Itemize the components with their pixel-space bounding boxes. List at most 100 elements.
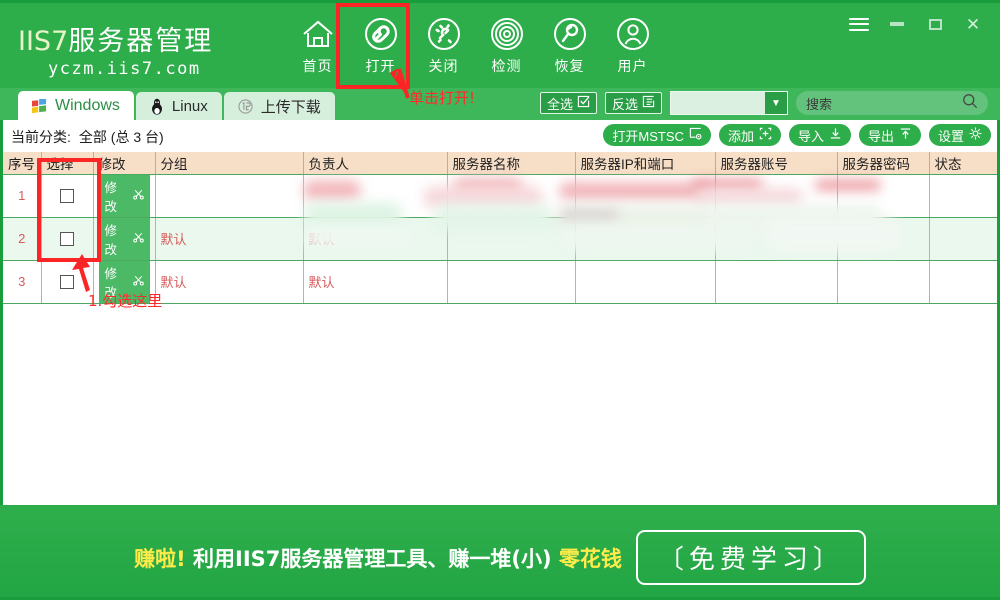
action-button-group: 打开MSTSC 添加 导入 xyxy=(603,124,991,146)
column-header-index[interactable]: 序号 xyxy=(3,152,41,174)
open-mstsc-button[interactable]: 打开MSTSC xyxy=(603,124,711,146)
export-label: 导出 xyxy=(868,126,894,145)
row-owner: 默认 xyxy=(303,260,447,303)
server-table: 序号 选择 修改 分组 负责人 服务器名称 服务器IP和端口 服务器账号 服务器… xyxy=(3,152,997,304)
edit-row-button[interactable]: 修改 xyxy=(99,218,150,260)
invert-selection-button[interactable]: 反选 xyxy=(605,92,662,114)
close-button[interactable]: ✕ xyxy=(954,9,992,39)
toolbar-item-user-label: 用户 xyxy=(618,56,648,76)
row-select-cell[interactable] xyxy=(41,217,93,260)
row-select-cell[interactable] xyxy=(41,174,93,217)
sub-toolbar: 当前分类:全部 (总 3 台) 打开MSTSC 添加 导入 xyxy=(3,120,997,152)
row-owner: 默认 xyxy=(303,217,447,260)
promo-text-part2: 利用IIS7服务器管理工具、赚一堆(小) xyxy=(193,547,552,571)
column-header-group[interactable]: 分组 xyxy=(155,152,303,174)
row-server-ip xyxy=(575,217,715,260)
table-row[interactable]: 3 修改 默认 默认 xyxy=(3,260,997,303)
windows-logo-icon xyxy=(32,99,47,114)
row-select-cell[interactable] xyxy=(41,260,93,303)
toolbar-item-detect[interactable]: 检测 xyxy=(475,11,538,76)
menu-button[interactable] xyxy=(840,9,878,39)
user-icon xyxy=(614,15,652,53)
toolbar-item-home[interactable]: 首页 xyxy=(286,11,349,76)
row-server-password xyxy=(837,174,929,217)
toolbar-item-user[interactable]: 用户 xyxy=(601,11,664,76)
search-placeholder: 搜索 xyxy=(806,94,962,113)
row-edit-cell[interactable]: 修改 xyxy=(93,174,155,217)
tab-linux[interactable]: Linux xyxy=(136,92,222,121)
edit-row-label: 修改 xyxy=(105,263,128,301)
row-edit-cell[interactable]: 修改 xyxy=(93,217,155,260)
toolbar-item-detect-label: 检测 xyxy=(492,56,522,76)
toolbar-item-open[interactable]: 打开 xyxy=(349,11,412,76)
app-logo-main-text: 服务器管理 xyxy=(68,26,213,57)
column-header-server-name[interactable]: 服务器名称 xyxy=(447,152,575,174)
tab-upload-download[interactable]: 上传下载 xyxy=(224,92,335,121)
row-index: 2 xyxy=(3,217,41,260)
toolbar-item-close-label: 关闭 xyxy=(429,56,459,76)
edit-row-button[interactable]: 修改 xyxy=(99,261,150,303)
promo-banner: 赚啦! 利用IIS7服务器管理工具、赚一堆(小) 零花钱 〔免费学习〕 xyxy=(0,515,1000,600)
app-logo-domain: yczm.iis7.com xyxy=(48,59,278,79)
row-checkbox[interactable] xyxy=(60,232,74,246)
column-header-server-account[interactable]: 服务器账号 xyxy=(715,152,837,174)
settings-label: 设置 xyxy=(938,126,964,145)
column-header-server-ip[interactable]: 服务器IP和端口 xyxy=(575,152,715,174)
settings-button[interactable]: 设置 xyxy=(929,124,991,146)
toolbar-item-restore[interactable]: 恢复 xyxy=(538,11,601,76)
column-header-server-password[interactable]: 服务器密码 xyxy=(837,152,929,174)
tab-list: Windows Linux 上传下载 xyxy=(18,91,335,121)
minimize-button[interactable] xyxy=(878,9,916,39)
row-server-ip xyxy=(575,260,715,303)
app-window: IIS7服务器管理 yczm.iis7.com ✕ 首页 xyxy=(0,0,1000,600)
maximize-icon xyxy=(929,19,942,30)
tab-linux-label: Linux xyxy=(172,98,208,115)
row-status xyxy=(929,217,997,260)
free-learn-button[interactable]: 〔免费学习〕 xyxy=(636,530,866,585)
gear-icon xyxy=(969,127,982,143)
search-input[interactable]: 搜索 xyxy=(796,91,988,115)
scissors-edit-icon xyxy=(133,275,144,289)
table-row[interactable]: 2 修改 默认 默认 xyxy=(3,217,997,260)
toolbar-item-home-label: 首页 xyxy=(303,56,333,76)
app-logo: IIS7服务器管理 yczm.iis7.com xyxy=(18,19,278,79)
scissors-edit-icon xyxy=(133,189,144,203)
current-category-label: 当前分类: xyxy=(11,129,71,145)
table-row[interactable]: 1 修改 xyxy=(3,174,997,217)
group-filter-select[interactable]: ▼ xyxy=(670,91,788,115)
link-broken-icon xyxy=(425,15,463,53)
row-checkbox[interactable] xyxy=(60,275,74,289)
edit-row-button[interactable]: 修改 xyxy=(99,175,150,217)
row-index: 3 xyxy=(3,260,41,303)
tab-strip-right-controls: 全选 反选 ▼ 搜索 xyxy=(540,91,988,115)
link-open-icon xyxy=(362,15,400,53)
chevron-down-icon: ▼ xyxy=(765,92,787,114)
window-controls: ✕ xyxy=(840,9,992,39)
row-checkbox[interactable] xyxy=(60,189,74,203)
tab-strip: Windows Linux 上传下载 全选 xyxy=(0,88,1000,120)
title-bar: IIS7服务器管理 yczm.iis7.com ✕ 首页 xyxy=(0,0,1000,88)
invert-square-icon xyxy=(642,95,655,111)
maximize-button[interactable] xyxy=(916,9,954,39)
tab-windows[interactable]: Windows xyxy=(18,91,134,121)
export-button[interactable]: 导出 xyxy=(859,124,921,146)
row-index: 1 xyxy=(3,174,41,217)
select-all-button[interactable]: 全选 xyxy=(540,92,597,114)
import-button[interactable]: 导入 xyxy=(789,124,851,146)
column-header-status[interactable]: 状态 xyxy=(929,152,997,174)
table-header-row: 序号 选择 修改 分组 负责人 服务器名称 服务器IP和端口 服务器账号 服务器… xyxy=(3,152,997,174)
row-server-account xyxy=(715,260,837,303)
column-header-select[interactable]: 选择 xyxy=(41,152,93,174)
add-button[interactable]: 添加 xyxy=(719,124,781,146)
minimize-icon xyxy=(890,22,904,26)
row-status xyxy=(929,174,997,217)
column-header-owner[interactable]: 负责人 xyxy=(303,152,447,174)
current-category: 当前分类:全部 (总 3 台) xyxy=(11,127,164,147)
export-up-icon xyxy=(899,127,912,143)
row-server-account xyxy=(715,217,837,260)
column-header-edit[interactable]: 修改 xyxy=(93,152,155,174)
import-label: 导入 xyxy=(798,126,824,145)
row-edit-cell[interactable]: 修改 xyxy=(93,260,155,303)
main-toolbar: 首页 打开 关闭 检测 xyxy=(286,11,664,76)
toolbar-item-close[interactable]: 关闭 xyxy=(412,11,475,76)
